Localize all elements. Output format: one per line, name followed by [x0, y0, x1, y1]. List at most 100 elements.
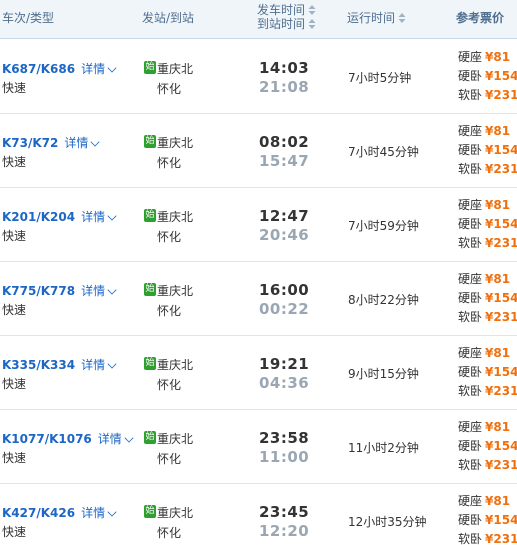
header-train-type: 车次/类型: [2, 11, 55, 25]
table-row: K1077/K1076 详情 快速 始 重庆北 怀化 23:58 11:00 11…: [0, 410, 517, 484]
chevron-down-icon[interactable]: [107, 507, 117, 517]
departure-station: 重庆北: [157, 284, 194, 298]
price-hard-sleeper: 硬卧 ¥154: [458, 143, 517, 157]
departure-station: 重庆北: [157, 358, 194, 372]
start-station-badge: 始: [144, 505, 156, 518]
details-label[interactable]: 详情: [81, 210, 105, 224]
departure-time: 19:21: [259, 355, 310, 373]
train-number-link[interactable]: K427/K426 详情: [2, 504, 117, 521]
train-number[interactable]: K427/K426: [2, 506, 75, 520]
travel-duration: 11小时2分钟: [348, 441, 419, 455]
train-number-link[interactable]: K775/K778 详情: [2, 282, 117, 299]
train-type: 快速: [2, 155, 27, 169]
table-row: K687/K686 详情 快速 始 重庆北 怀化 14:03 21:08 7小时5…: [0, 40, 517, 114]
travel-duration: 7小时5分钟: [348, 71, 412, 85]
chevron-down-icon[interactable]: [90, 137, 100, 147]
arrival-time: 00:22: [259, 300, 310, 318]
details-link[interactable]: 详情: [81, 62, 117, 76]
train-number-link[interactable]: K335/K334 详情: [2, 356, 117, 373]
departure-station: 重庆北: [157, 432, 194, 446]
arrival-station: 怀化: [157, 452, 182, 466]
table-row: K775/K778 详情 快速 始 重庆北 怀化 16:00 00:22 8小时2…: [0, 262, 517, 336]
arrival-station: 怀化: [157, 82, 182, 96]
start-station-badge: 始: [144, 209, 156, 222]
departure-time: 23:45: [259, 503, 310, 521]
price-hard-seat: 硬座 ¥81: [458, 124, 511, 138]
train-number[interactable]: K201/K204: [2, 210, 75, 224]
chevron-down-icon[interactable]: [107, 211, 117, 221]
train-number-link[interactable]: K73/K72 详情: [2, 134, 100, 151]
start-station-badge: 始: [144, 357, 156, 370]
train-type: 快速: [2, 377, 27, 391]
chevron-down-icon[interactable]: [107, 359, 117, 369]
chevron-down-icon[interactable]: [107, 285, 117, 295]
table-row: K73/K72 详情 快速 始 重庆北 怀化 08:02 15:47 7小时45分…: [0, 114, 517, 188]
details-label[interactable]: 详情: [98, 432, 122, 446]
arrival-time: 04:36: [259, 374, 310, 392]
train-number[interactable]: K73/K72: [2, 136, 58, 150]
price-soft-sleeper: 软卧 ¥231: [458, 384, 517, 398]
details-label[interactable]: 详情: [81, 284, 105, 298]
table-row: K427/K426 详情 快速 始 重庆北 怀化 23:45 12:20 12小时…: [0, 484, 517, 545]
train-type: 快速: [2, 451, 27, 465]
details-link[interactable]: 详情: [81, 506, 117, 520]
price-hard-sleeper: 硬卧 ¥154: [458, 513, 517, 527]
departure-station: 重庆北: [157, 62, 194, 76]
price-hard-seat: 硬座 ¥81: [458, 50, 511, 64]
header-stations: 发站/到站: [142, 11, 195, 25]
details-link[interactable]: 详情: [81, 284, 117, 298]
price-hard-sleeper: 硬卧 ¥154: [458, 365, 517, 379]
departure-time: 12:47: [259, 207, 310, 225]
train-number-link[interactable]: K1077/K1076 详情: [2, 430, 134, 447]
table-row: K201/K204 详情 快速 始 重庆北 怀化 12:47 20:46 7小时5…: [0, 188, 517, 262]
header-arrival-time: 到站时间: [257, 17, 306, 31]
departure-station: 重庆北: [157, 136, 194, 150]
table-header: 车次/类型 发站/到站 发车时间 到站时间 运行时间 参考票价: [0, 0, 517, 39]
price-hard-sleeper: 硬卧 ¥154: [458, 217, 517, 231]
header-time-sort[interactable]: 发车时间 到站时间: [257, 3, 316, 31]
details-label[interactable]: 详情: [81, 358, 105, 372]
table-row: K335/K334 详情 快速 始 重庆北 怀化 19:21 04:36 9小时1…: [0, 336, 517, 410]
price-hard-seat: 硬座 ¥81: [458, 272, 511, 286]
details-label[interactable]: 详情: [81, 62, 105, 76]
train-number-link[interactable]: K201/K204 详情: [2, 208, 117, 225]
departure-station: 重庆北: [157, 506, 194, 520]
departure-time: 16:00: [259, 281, 310, 299]
arrival-station: 怀化: [157, 526, 182, 540]
details-label[interactable]: 详情: [64, 136, 88, 150]
sort-arrows-icon: [398, 13, 406, 23]
train-number-link[interactable]: K687/K686 详情: [2, 60, 117, 77]
header-duration-sort[interactable]: 运行时间: [347, 11, 406, 25]
details-link[interactable]: 详情: [81, 210, 117, 224]
train-type: 快速: [2, 303, 27, 317]
chevron-down-icon[interactable]: [107, 63, 117, 73]
chevron-down-icon[interactable]: [124, 433, 134, 443]
arrival-time: 12:20: [259, 522, 310, 540]
arrival-station: 怀化: [157, 230, 182, 244]
travel-duration: 12小时35分钟: [348, 515, 427, 529]
departure-time: 23:58: [259, 429, 310, 447]
price-hard-sleeper: 硬卧 ¥154: [458, 439, 517, 453]
start-station-badge: 始: [144, 61, 156, 74]
details-link[interactable]: 详情: [98, 432, 134, 446]
arrival-time: 20:46: [259, 226, 310, 244]
train-type: 快速: [2, 81, 27, 95]
train-number[interactable]: K335/K334: [2, 358, 75, 372]
train-number[interactable]: K775/K778: [2, 284, 75, 298]
train-type: 快速: [2, 229, 27, 243]
train-type: 快速: [2, 525, 27, 539]
train-number[interactable]: K1077/K1076: [2, 432, 92, 446]
price-soft-sleeper: 软卧 ¥231: [458, 310, 517, 324]
details-link[interactable]: 详情: [81, 358, 117, 372]
travel-duration: 7小时59分钟: [348, 219, 419, 233]
details-link[interactable]: 详情: [64, 136, 100, 150]
details-label[interactable]: 详情: [81, 506, 105, 520]
price-hard-seat: 硬座 ¥81: [458, 420, 511, 434]
arrival-time: 15:47: [259, 152, 310, 170]
header-duration: 运行时间: [347, 11, 396, 25]
travel-duration: 9小时15分钟: [348, 367, 419, 381]
train-number[interactable]: K687/K686: [2, 62, 75, 76]
start-station-badge: 始: [144, 431, 156, 444]
start-station-badge: 始: [144, 135, 156, 148]
price-soft-sleeper: 软卧 ¥231: [458, 162, 517, 176]
